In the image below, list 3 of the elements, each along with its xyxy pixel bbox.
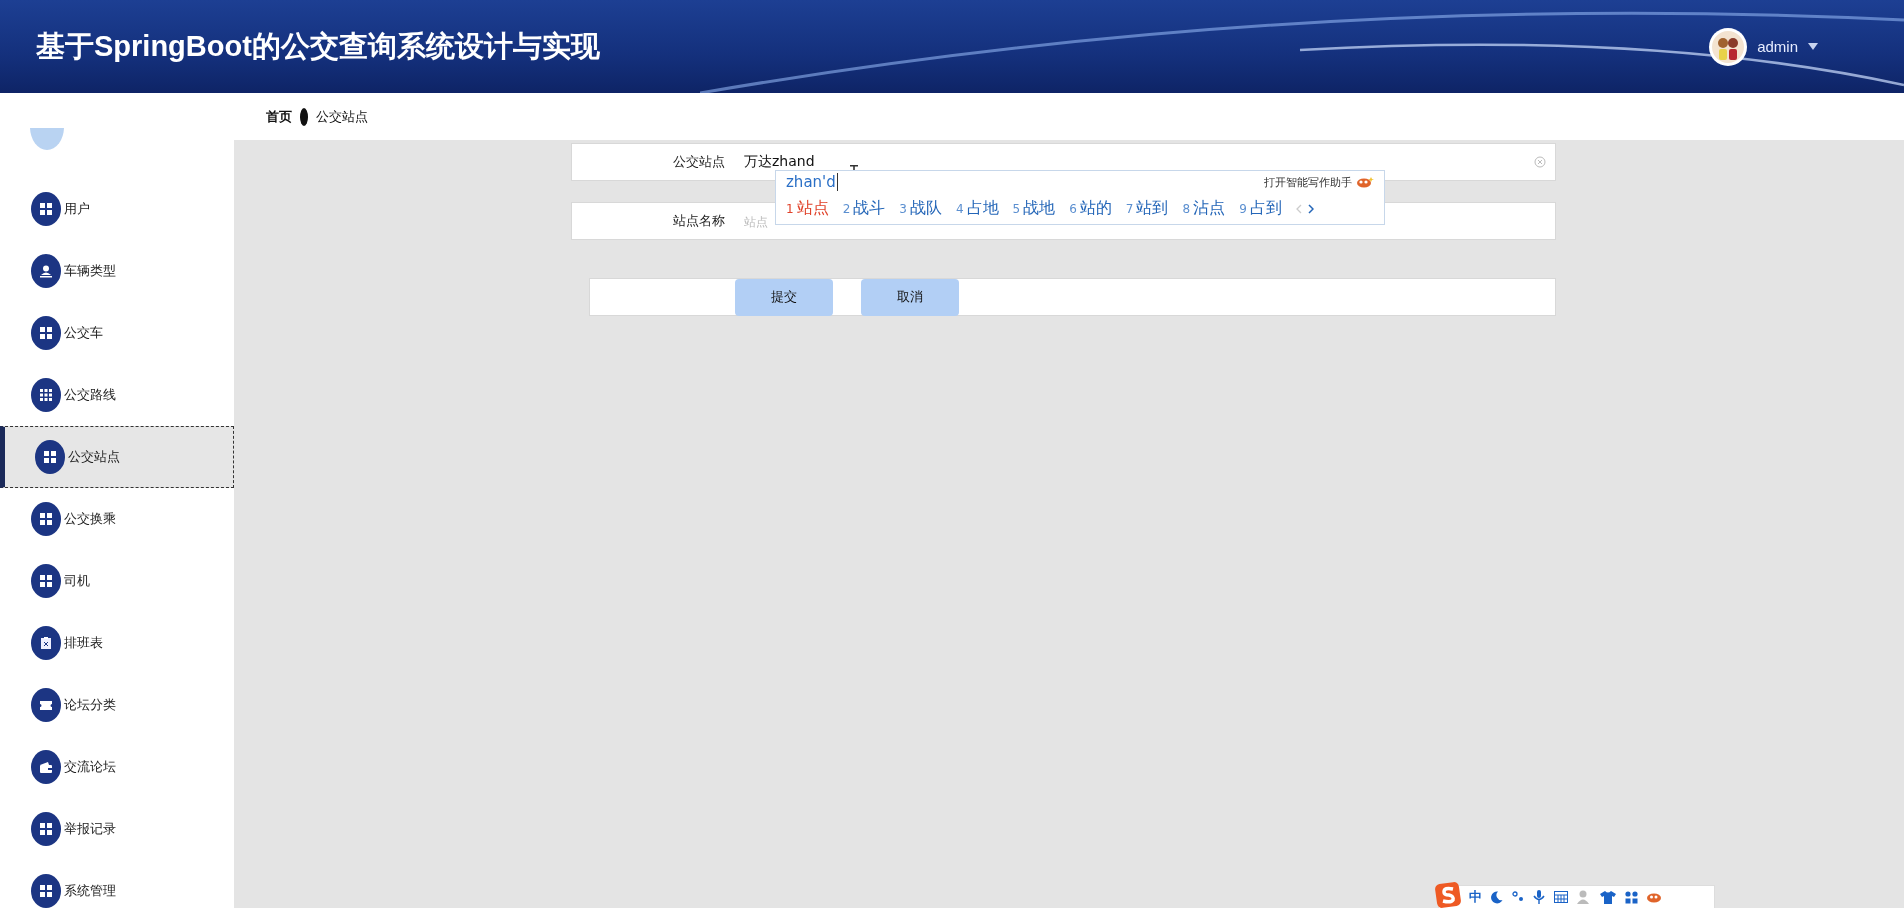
app-title: 基于SpringBoot的公交查询系统设计与实现	[36, 28, 601, 64]
field-label: 站点名称	[571, 202, 725, 240]
breadcrumb-item: 公交站点	[316, 107, 368, 126]
